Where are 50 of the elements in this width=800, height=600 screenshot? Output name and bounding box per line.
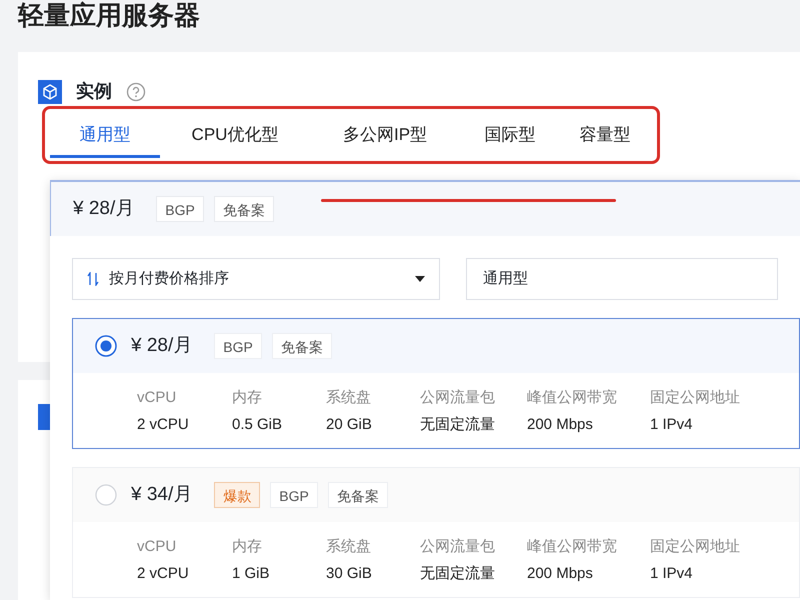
spec-value: 0.5 GiB [232, 414, 284, 434]
caret-icon [415, 276, 425, 282]
tag: BGP [270, 482, 318, 508]
spec-label: 峰值公网带宽 [527, 388, 618, 408]
help-icon[interactable] [126, 82, 146, 102]
spec-label: 系统盘 [326, 537, 372, 557]
spec-value: 1 IPv4 [650, 564, 694, 584]
spec-value: 200 Mbps [527, 414, 594, 434]
tag: BGP [156, 196, 204, 222]
tag: 免备案 [214, 196, 274, 222]
type-select[interactable]: 通用型 [466, 258, 778, 300]
page-title: 轻量应用服务器 [18, 0, 200, 30]
sort-select[interactable]: 按月付费价格排序 [72, 258, 440, 300]
spec-label: 峰值公网带宽 [527, 537, 618, 557]
spec-label: 公网流量包 [420, 388, 496, 408]
spec-value: 200 Mbps [527, 564, 594, 584]
spec-value: 无固定流量 [420, 564, 496, 584]
price: ¥ 28/月 [73, 196, 134, 221]
tab[interactable]: CPU优化型 [160, 114, 310, 158]
tag: 免备案 [328, 482, 388, 508]
spec-label: 系统盘 [326, 388, 372, 408]
spec-value: 2 vCPU [137, 414, 190, 434]
spec-label: vCPU [137, 537, 178, 557]
spec-label: 内存 [232, 388, 263, 408]
spec-label: 内存 [232, 537, 263, 557]
tag: BGP [214, 333, 262, 359]
spec-value: 30 GiB [326, 564, 373, 584]
spec-value: 无固定流量 [420, 414, 496, 434]
spec-value: 1 GiB [232, 564, 271, 584]
section-title: 实例 [76, 80, 112, 103]
tab[interactable]: 通用型 [50, 114, 160, 158]
spec-value: 2 vCPU [137, 564, 190, 584]
selected-summary[interactable]: ¥ 28/月 BGP 免备案 [50, 180, 800, 236]
plan-card[interactable]: ¥ 28/月 BGP 免备案 vCPU 2 vCPU 内存 0.5 GiB 系统盘 20 GiB 公网流量包 无固定流量 峰值公网带宽 200 Mbps 固定公网地址 1 IPv4 [72, 318, 800, 449]
sort-icon [87, 272, 99, 286]
radio-button[interactable] [95, 335, 117, 357]
hot-tag: 爆款 [214, 482, 260, 508]
price: ¥ 34/月 [131, 482, 192, 507]
spec-label: vCPU [137, 388, 178, 408]
price: ¥ 28/月 [131, 334, 192, 358]
tag: 免备案 [272, 333, 332, 359]
spec-label: 公网流量包 [420, 537, 496, 557]
spec-label: 固定公网地址 [650, 537, 741, 557]
tab[interactable]: 多公网IP型 [310, 114, 460, 158]
spec-value: 1 IPv4 [650, 414, 694, 434]
tab[interactable]: 容量型 [560, 114, 650, 158]
spec-value: 20 GiB [326, 414, 373, 434]
spec-label: 固定公网地址 [650, 388, 741, 408]
tab[interactable]: 国际型 [460, 114, 560, 158]
plan-card[interactable]: ¥ 34/月 爆款 BGP 免备案 vCPU 2 vCPU 内存 1 GiB 系统盘 30 GiB 公网流量包 无固定流量 峰值公网带宽 200 Mbps 固定公网地址 1 IPv4 [72, 467, 800, 598]
